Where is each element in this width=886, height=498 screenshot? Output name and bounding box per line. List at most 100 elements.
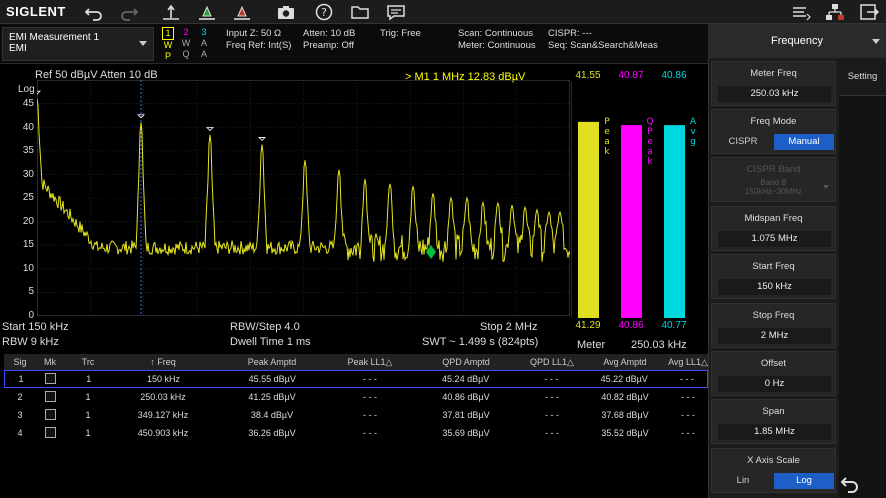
cell-sig: 2	[17, 392, 23, 402]
meter-freq-label: Meter Freq	[750, 68, 797, 79]
midspan-freq-value[interactable]: 1.075 MHz	[718, 231, 831, 247]
marker-checkbox[interactable]	[45, 372, 57, 384]
midspan-freq-softkey[interactable]: Midspan Freq 1.075 MHz	[711, 206, 836, 251]
trace-3-detector: A	[200, 49, 207, 59]
col-peak-ll1[interactable]: Peak LL1△	[330, 357, 410, 368]
cell-avg-amptd: 45.22 dBµV	[600, 374, 648, 384]
exit-icon[interactable]	[858, 2, 880, 22]
tab-setting[interactable]: Setting	[839, 58, 886, 96]
col-qpd-amptd[interactable]: QPD Amptd	[410, 357, 522, 367]
table-row[interactable]: 1 1 150 kHz 45.55 dBµV - - - 45.24 dBµV …	[4, 370, 708, 388]
status-bar: EMI Measurement 1 EMI 1 W P 2 W Q 3 A A …	[0, 24, 708, 64]
scan-value: Scan: Continuous	[458, 28, 533, 39]
spectrum-plot[interactable]	[37, 80, 570, 316]
stop-freq-value[interactable]: 2 MHz	[718, 328, 831, 344]
stop-freq-label: Stop Freq	[752, 310, 795, 321]
cell-avg-ll1: - - -	[681, 428, 695, 438]
marker-checkbox[interactable]	[44, 390, 56, 402]
cell-qpd-ll1: - - -	[544, 374, 559, 384]
network-icon[interactable]	[824, 2, 846, 22]
x-axis-lin-option[interactable]: Lin	[716, 473, 770, 489]
table-row[interactable]: 3 1 349.127 kHz 38.4 dBµV - - - 37.81 dB…	[4, 406, 708, 424]
meter-freq-value[interactable]: 250.03 kHz	[718, 86, 831, 102]
table-row[interactable]: 4 1 450.903 kHz 36.26 dBµV - - - 35.69 d…	[4, 424, 708, 442]
x-axis-scale-softkey[interactable]: X Axis Scale Lin Log	[711, 448, 836, 493]
meter-avg-label: Avg	[690, 117, 697, 147]
meter-label-char: A	[690, 117, 697, 127]
list-menu-icon[interactable]	[790, 2, 812, 22]
offset-softkey[interactable]: Offset 0 Hz	[711, 351, 836, 396]
cell-mk	[36, 426, 64, 440]
start-freq-softkey[interactable]: Start Freq 150 kHz	[711, 254, 836, 299]
col-mk[interactable]: Mk	[36, 357, 64, 367]
start-freq-value[interactable]: 150 kHz	[718, 279, 831, 295]
freq-mode-softkey[interactable]: Freq Mode CISPR Manual	[711, 109, 836, 154]
freq-mode-manual-option[interactable]: Manual	[774, 134, 834, 150]
col-peak-amptd[interactable]: Peak Amptd	[214, 357, 330, 367]
meter-bars: 41.55 40.87 40.86 Peak QPeak Avg 41.29 4…	[571, 70, 707, 332]
measurement-select[interactable]: EMI Measurement 1 EMI	[2, 27, 154, 61]
col-trc[interactable]: Trc	[64, 357, 112, 367]
freq-ref: Freq Ref: Int(S)	[226, 40, 292, 51]
ytick-20: 20	[22, 216, 34, 227]
sweep-info: Start 150 kHz RBW/Step 4.0 Stop 2 MHz RB…	[0, 320, 708, 354]
marker-checkbox[interactable]	[44, 408, 56, 420]
start-freq-label: Start Freq	[752, 261, 795, 272]
meter-freq-softkey[interactable]: Meter Freq 250.03 kHz	[711, 61, 836, 106]
cell-qpd-amptd: 45.24 dBµV	[442, 374, 490, 384]
trace-3-mode: A	[200, 38, 207, 48]
peak-marker	[206, 127, 214, 132]
meter-qpeak-label: QPeak	[646, 117, 653, 167]
cispr-band-value: Band B	[760, 178, 787, 187]
table-row[interactable]: 2 1 250.03 kHz 41.25 dBµV - - - 40.86 dB…	[4, 388, 708, 406]
cell-sig: 4	[17, 428, 23, 438]
marker-peak-icon[interactable]	[196, 2, 218, 22]
swt-readout: SWT ~ 1.499 s (824pts)	[422, 336, 539, 348]
input-info: Input Z: 50 Ω Freq Ref: Int(S)	[226, 28, 291, 52]
message-icon[interactable]	[385, 2, 407, 22]
measurement-title: EMI Measurement 1	[9, 32, 100, 43]
folder-icon[interactable]	[349, 2, 371, 22]
redo-icon[interactable]	[118, 2, 140, 22]
offset-label: Offset	[760, 358, 787, 369]
cell-qpd-ll1: - - -	[545, 428, 559, 438]
trace-2-number: 2	[183, 27, 189, 37]
trace-1-indicator[interactable]: 1 W P	[162, 27, 174, 62]
undo-icon[interactable]	[83, 2, 105, 22]
help-icon[interactable]: ?	[313, 2, 335, 22]
panel-title-text: Frequency	[771, 35, 823, 47]
trace-2-detector: Q	[182, 49, 190, 59]
marker-checkbox[interactable]	[44, 426, 56, 438]
x-axis-log-option[interactable]: Log	[774, 473, 834, 489]
cell-qpd-amptd: 40.86 dBµV	[442, 392, 490, 402]
cispr-band-softkey[interactable]: CISPR Band Band B 150kHz~30MHz	[711, 157, 836, 202]
trace-1-number: 1	[162, 27, 174, 40]
ytick-40: 40	[22, 122, 34, 133]
brand-logo: SIGLENT	[6, 4, 66, 19]
col-avg-amptd[interactable]: Avg Amptd	[582, 357, 668, 367]
peak-search-icon[interactable]	[160, 2, 182, 22]
marker-to-center-icon[interactable]	[231, 2, 253, 22]
trace-1-mode: W	[163, 40, 173, 50]
back-icon[interactable]	[839, 472, 861, 494]
cispr-band-label: CISPR Band	[746, 164, 801, 175]
start-freq-readout: Start 150 kHz	[2, 321, 69, 333]
panel-title[interactable]: Frequency	[708, 24, 886, 58]
col-freq[interactable]: ↑ Freq	[112, 357, 214, 367]
col-qpd-ll1[interactable]: QPD LL1△	[522, 357, 582, 368]
stop-freq-softkey[interactable]: Stop Freq 2 MHz	[711, 303, 836, 348]
span-value[interactable]: 1.85 MHz	[718, 424, 831, 440]
ytick-35: 35	[22, 145, 34, 156]
camera-icon[interactable]	[275, 2, 297, 22]
freq-mode-cispr-option[interactable]: CISPR	[716, 134, 770, 150]
trace-3-indicator[interactable]: 3 A A	[198, 27, 210, 60]
trace-2-indicator[interactable]: 2 W Q	[180, 27, 192, 60]
meter-freq-readout: 250.03 kHz	[631, 339, 687, 351]
col-avg-ll1[interactable]: Avg LL1△	[668, 357, 708, 368]
col-sig[interactable]: Sig	[4, 357, 36, 367]
span-softkey[interactable]: Span 1.85 MHz	[711, 399, 836, 444]
meter-avg-bar	[664, 125, 685, 318]
atten-info: Atten: 10 dB Preamp: Off	[303, 28, 355, 52]
meter-label-char: k	[647, 157, 653, 167]
offset-value[interactable]: 0 Hz	[718, 376, 831, 392]
